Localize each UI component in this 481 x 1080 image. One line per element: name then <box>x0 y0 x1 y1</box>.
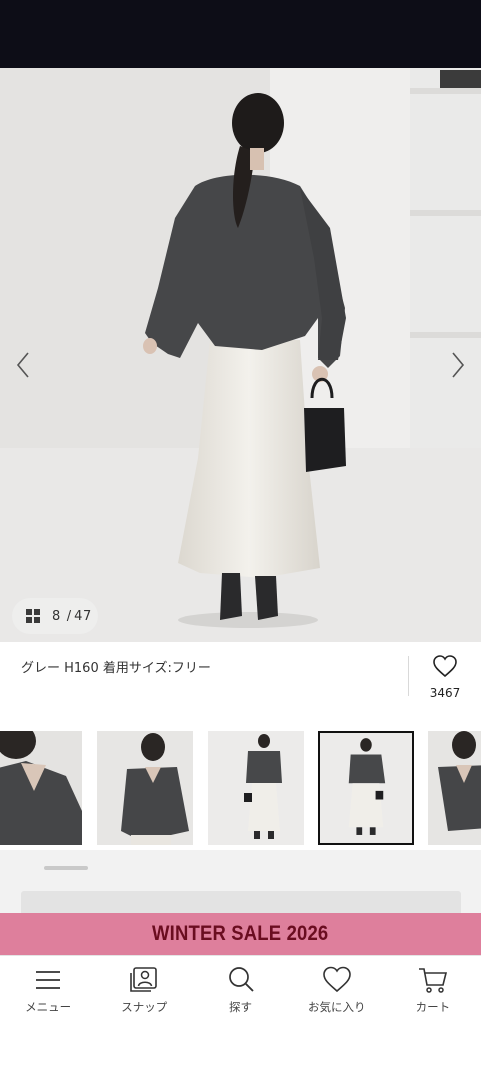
nav-item-menu[interactable]: メニュー <box>0 956 96 1018</box>
image-caption-row: グレー H160 着用サイズ:フリー 3467 <box>0 642 481 714</box>
thumbnail-image <box>97 731 193 845</box>
thumbnail-item[interactable] <box>0 731 82 845</box>
thumbnail-item-selected[interactable] <box>318 731 414 845</box>
nav-label-favorites: お気に入り <box>307 1000 366 1014</box>
snap-icon <box>130 967 158 992</box>
thumbnail-strip[interactable] <box>0 731 481 845</box>
thumbnail-item[interactable] <box>428 731 481 845</box>
scroll-indicator[interactable] <box>44 866 88 870</box>
nav-label-snap: スナップ <box>121 1000 168 1014</box>
product-image-carousel[interactable]: 8 / 47 <box>0 68 481 642</box>
cart-icon <box>418 968 447 993</box>
image-total: 47 <box>74 608 92 624</box>
divider <box>408 656 409 696</box>
sale-banner-text: WINTER SALE 2026 <box>152 922 329 945</box>
nav-item-snap[interactable]: スナップ <box>96 956 192 1018</box>
favorite-button[interactable]: 3467 <box>420 654 470 700</box>
favorite-count: 3467 <box>429 686 461 700</box>
product-page: 8 / 47 グレー H160 着用サイズ:フリー 3467 WINTER SA… <box>0 0 481 1080</box>
thumbnail-image <box>0 731 82 845</box>
nav-label-cart: カート <box>415 1000 451 1014</box>
chevron-right-icon <box>452 352 465 378</box>
heart-icon <box>433 655 457 678</box>
page-bottom-area <box>0 1018 481 1080</box>
thumbnail-item[interactable] <box>208 731 304 845</box>
nav-label-search: 探す <box>229 1000 252 1014</box>
previous-image-button[interactable] <box>8 350 38 380</box>
next-image-button[interactable] <box>443 350 473 380</box>
thumbnail-image <box>428 731 481 845</box>
status-bar <box>0 0 481 68</box>
thumbnail-image <box>208 731 304 845</box>
image-index: 8 <box>52 608 61 624</box>
bottom-navigation: メニュー スナップ 探す お気に入り カート <box>0 955 481 1018</box>
thumbnail-item[interactable] <box>97 731 193 845</box>
thumbnail-image <box>320 733 412 843</box>
image-counter-separator: / <box>66 608 72 624</box>
heart-icon <box>322 966 351 993</box>
search-icon <box>228 967 254 992</box>
grid-view-icon <box>26 609 40 623</box>
chevron-left-icon <box>16 352 29 378</box>
menu-icon <box>36 971 61 989</box>
product-photo <box>0 68 481 642</box>
image-counter[interactable]: 8 / 47 <box>12 598 98 634</box>
nav-label-menu: メニュー <box>25 1000 72 1014</box>
nav-item-favorites[interactable]: お気に入り <box>289 956 385 1018</box>
nav-item-cart[interactable]: カート <box>385 956 481 1018</box>
image-caption: グレー H160 着用サイズ:フリー <box>21 661 211 676</box>
winter-sale-banner[interactable]: WINTER SALE 2026 <box>0 913 481 955</box>
nav-item-search[interactable]: 探す <box>192 956 288 1018</box>
